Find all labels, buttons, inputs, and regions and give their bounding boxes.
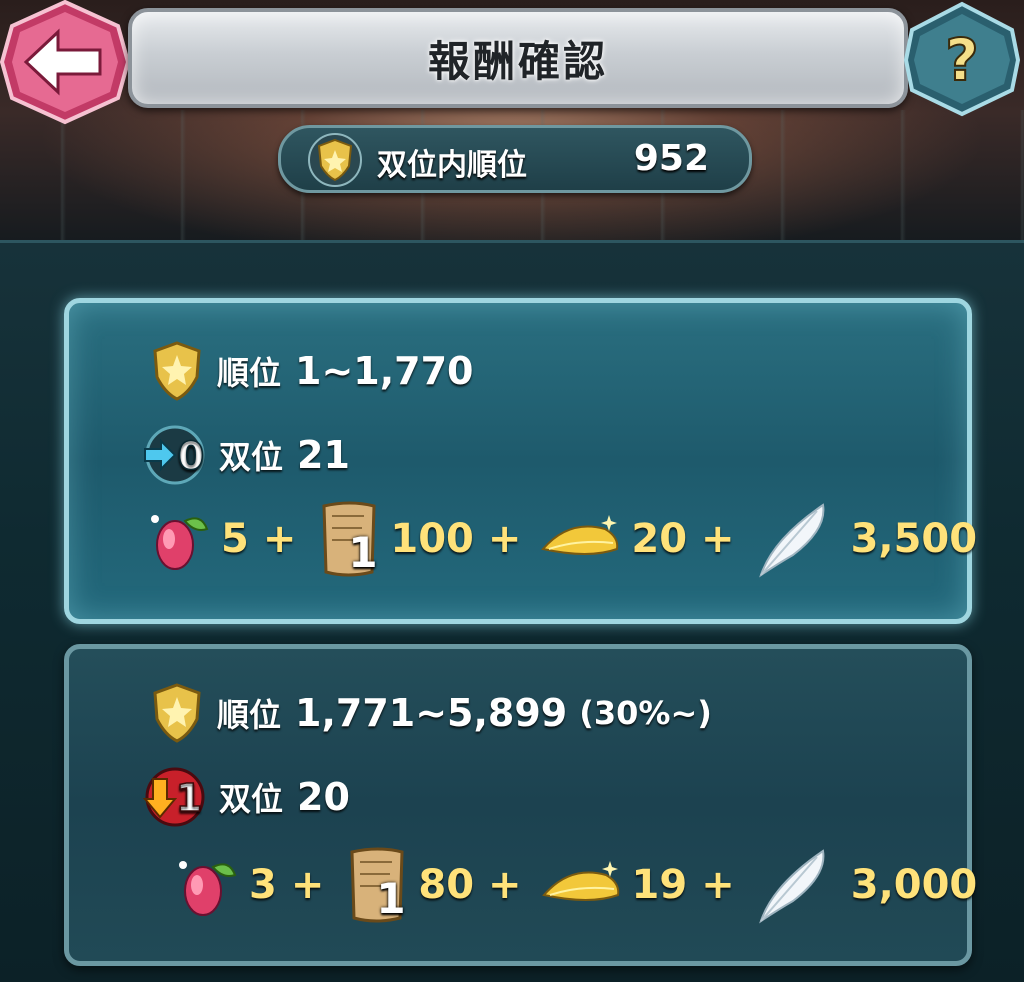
fruit-icon [179,861,237,916]
question-icon: ? [903,1,1021,117]
fruit-amount: 5 [221,516,249,562]
fruit-icon [151,515,209,570]
scroll-reward: 1 [314,500,384,578]
rewards-row: 5 + 1 100 + 20 + 3,500 [141,499,977,579]
scroll-amount: 80 [418,862,475,908]
gold-shield-icon [308,133,362,187]
back-button[interactable] [0,0,131,125]
plus-sign: + [487,516,522,562]
rank-range: 1,771~5,899 [295,691,568,735]
gold-shield-icon [153,341,201,401]
help-button[interactable]: ? [900,0,1024,118]
plus-sign: + [701,862,735,908]
leaf-amount: 19 [631,862,688,908]
rank-percent: (30%~) [579,694,712,732]
gold-shield-icon [153,683,201,743]
tier-badge-number: 0 [178,434,204,478]
plus-sign: + [262,516,297,562]
golden-leaf-icon [541,515,619,555]
scroll-reward: 1 [342,846,412,924]
rank-range: 1~1,770 [295,349,474,393]
leaf-amount: 20 [631,516,688,562]
rank-label: 順位 [217,354,282,392]
page-title: 報酬確認 [427,36,608,86]
rank-summary: 双位内順位 952 [278,125,752,193]
scroll-amount: 100 [390,516,474,562]
scroll-badge: 1 [376,874,406,923]
rank-summary-label: 双位内順位 [377,148,527,183]
rewards-row: 3 + 1 80 + 19 + 3,000 [169,845,977,925]
rank-range-row: 順位 1,771~5,899 (30%~) [145,681,712,745]
scroll-badge: 1 [348,528,378,577]
tier-label: 双位 [219,438,284,476]
tier-value: 21 [297,433,350,477]
feather-amount: 3,500 [850,516,978,562]
tier-row: 1 双位 20 [141,765,350,829]
tier-down-icon: 1 [142,767,205,827]
rank-label: 順位 [217,696,282,734]
tier-hold-icon: 0 [144,425,205,485]
feather-icon [758,503,824,578]
tier-row: 0 双位 21 [141,423,350,487]
reward-tier-panel-2: 順位 1,771~5,899 (30%~) 1 双位 20 3 + 1 80 +… [64,644,977,966]
rank-summary-value: 952 [633,138,709,179]
tier-value: 20 [297,775,350,819]
fruit-amount: 3 [249,862,277,908]
plus-sign: + [701,516,735,562]
reward-tier-panel-1: 順位 1~1,770 0 双位 21 5 + 1 100 + 20 + 3,50… [64,298,977,624]
feather-icon [758,849,825,924]
plus-sign: + [488,862,522,908]
plus-sign: + [290,862,325,908]
feather-amount: 3,000 [850,862,978,908]
title-bar: 報酬確認 [128,8,908,108]
rank-range-row: 順位 1~1,770 [145,339,474,403]
help-label: ? [945,26,979,94]
tier-label: 双位 [219,780,284,818]
tier-badge-number: 1 [176,776,202,820]
back-arrow-icon [0,0,131,125]
golden-leaf-icon [541,861,619,901]
